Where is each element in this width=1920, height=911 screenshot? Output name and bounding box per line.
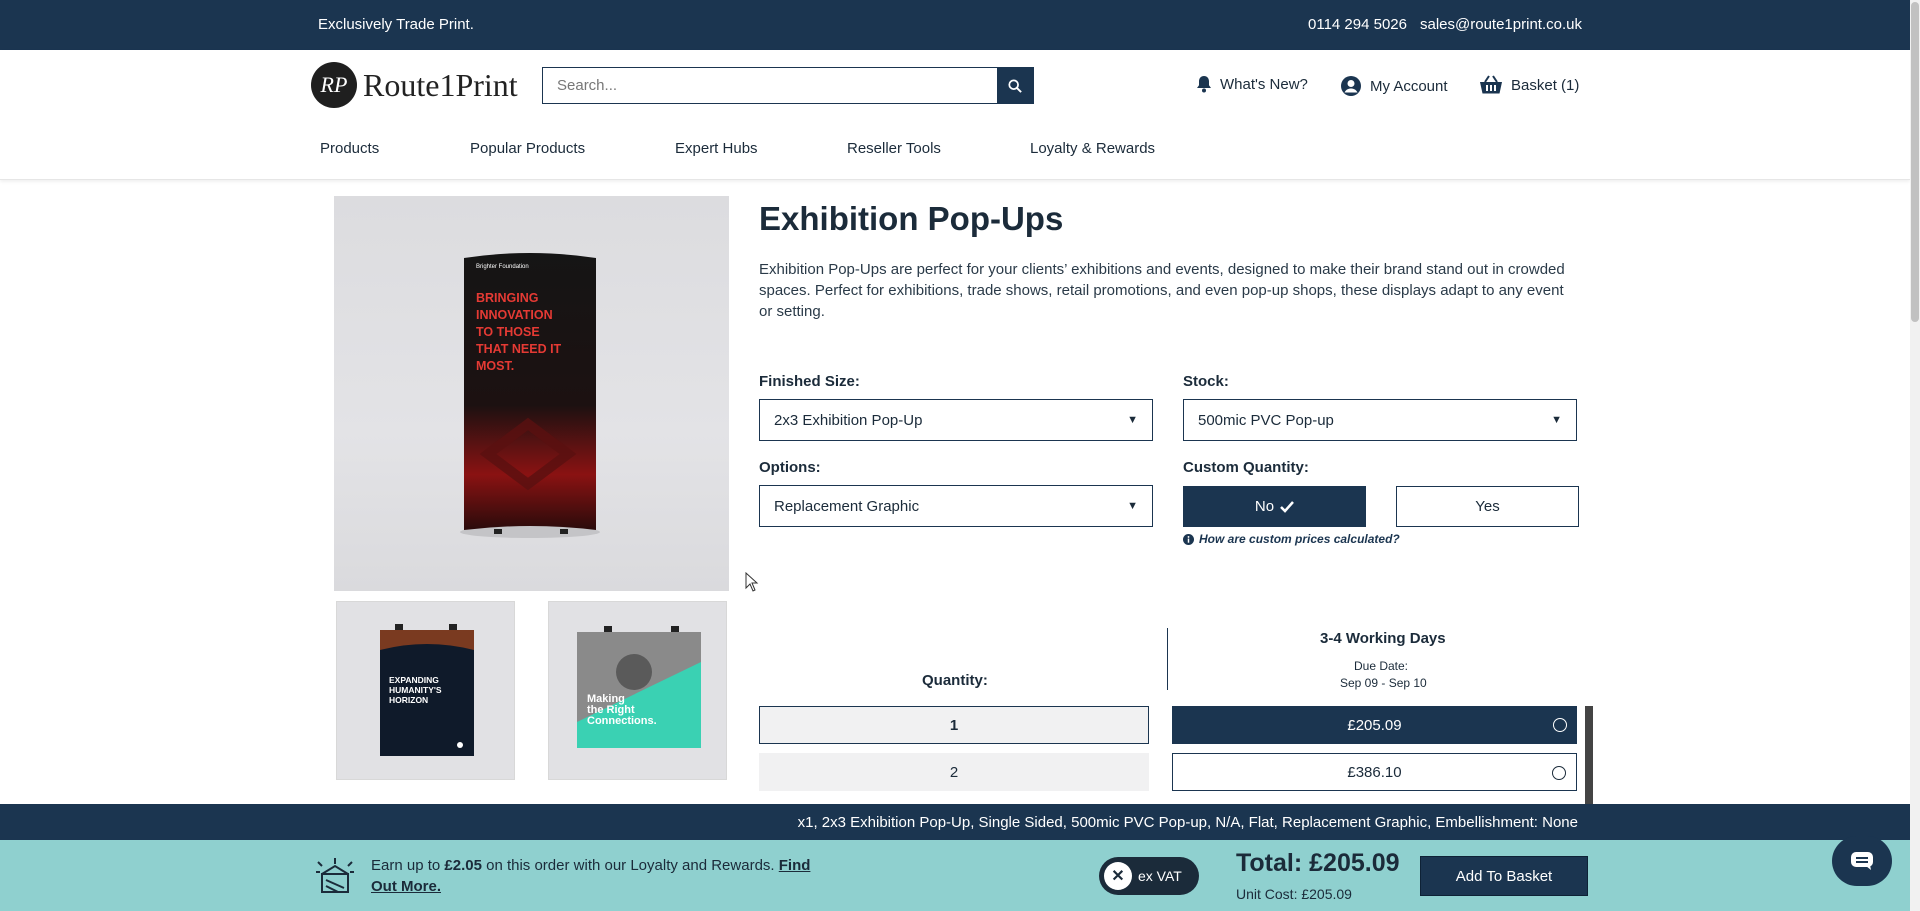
stock-select[interactable]: 500mic PVC Pop-up ▼ xyxy=(1183,399,1577,441)
quantity-row[interactable]: 2 xyxy=(759,753,1149,791)
stock-label: Stock: xyxy=(1183,373,1229,390)
finished-size-label: Finished Size: xyxy=(759,373,860,390)
info-icon xyxy=(1183,533,1194,545)
chat-button[interactable] xyxy=(1832,836,1892,886)
basket-icon xyxy=(1480,75,1502,94)
pricing-divider xyxy=(1167,628,1168,690)
search-input[interactable] xyxy=(543,68,997,103)
quantity-row[interactable]: 1 xyxy=(759,706,1149,744)
custom-quantity-label: Custom Quantity: xyxy=(1183,459,1309,476)
loyalty-amount: £2.05 xyxy=(444,857,482,874)
order-summary-text: x1, 2x3 Exhibition Pop-Up, Single Sided,… xyxy=(797,814,1578,831)
product-thumbnail-1[interactable]: EXPANDING HUMANITY'S HORIZON xyxy=(336,601,515,780)
custom-quantity-no-button[interactable]: No xyxy=(1183,486,1366,527)
options-label: Options: xyxy=(759,459,821,476)
search-icon xyxy=(1008,78,1022,93)
due-date-range: Sep 09 - Sep 10 xyxy=(1340,676,1427,690)
thumbnail-2-illustration xyxy=(577,626,701,748)
chevron-down-icon: ▼ xyxy=(1551,414,1562,426)
whats-new-link[interactable]: What's New? xyxy=(1196,75,1308,93)
quantity-value: 2 xyxy=(949,763,959,781)
unit-cost: Unit Cost: £205.09 xyxy=(1236,886,1352,902)
banner-brand: Brighter Foundation xyxy=(476,264,529,270)
logo-mark: RP xyxy=(311,62,357,108)
product-description: Exhibition Pop-Ups are perfect for your … xyxy=(759,261,1565,320)
product-thumbnail-2[interactable]: Making the Right Connections. xyxy=(548,601,727,780)
phone-link[interactable]: 0114 294 5026 xyxy=(1308,16,1407,33)
checkout-footer xyxy=(0,840,1910,911)
user-circle-icon xyxy=(1341,76,1361,96)
search-button[interactable] xyxy=(997,68,1033,103)
top-bar: Exclusively Trade Print. 0114 294 5026 s… xyxy=(0,0,1910,50)
chevron-down-icon: ▼ xyxy=(1127,500,1138,512)
chevron-down-icon: ▼ xyxy=(1127,414,1138,426)
yes-label: Yes xyxy=(1475,498,1500,515)
loyalty-message: Earn up to £2.05 on this order with our … xyxy=(371,857,811,895)
my-account-link[interactable]: My Account xyxy=(1340,75,1448,97)
mouse-cursor-icon xyxy=(745,572,759,592)
finished-size-select[interactable]: 2x3 Exhibition Pop-Up ▼ xyxy=(759,399,1153,441)
basket-label: Basket (1) xyxy=(1511,76,1580,94)
my-account-label: My Account xyxy=(1370,77,1448,95)
quantity-value: 1 xyxy=(949,716,959,734)
price-value: £386.10 xyxy=(1347,763,1402,781)
email-link[interactable]: sales@route1print.co.uk xyxy=(1420,16,1582,33)
custom-prices-help-link[interactable]: How are custom prices calculated? xyxy=(1183,532,1400,546)
vat-toggle[interactable]: ✕ ex VAT xyxy=(1099,857,1199,895)
order-total: Total: £205.09 xyxy=(1236,849,1400,877)
nav-popular-products[interactable]: Popular Products xyxy=(470,140,585,157)
custom-quantity-yes-button[interactable]: Yes xyxy=(1396,486,1579,527)
whats-new-label: What's New? xyxy=(1220,75,1308,93)
pricing-scrollbar[interactable] xyxy=(1585,706,1593,806)
custom-help-text: How are custom prices calculated? xyxy=(1199,532,1400,546)
price-value: £205.09 xyxy=(1347,716,1402,734)
radio-icon xyxy=(1552,766,1566,780)
basket-link[interactable]: Basket (1) xyxy=(1479,75,1579,95)
finished-size-value: 2x3 Exhibition Pop-Up xyxy=(774,411,923,429)
product-main-image[interactable]: Brighter Foundation BRINGING INNOVATION … xyxy=(334,196,729,591)
stock-value: 500mic PVC Pop-up xyxy=(1198,411,1334,429)
quantity-header: Quantity: xyxy=(922,672,988,689)
due-date-label: Due Date: xyxy=(1353,659,1409,673)
nav-reseller-tools[interactable]: Reseller Tools xyxy=(847,140,941,157)
add-to-basket-button[interactable]: Add To Basket xyxy=(1420,856,1588,896)
page-scrollbar[interactable] xyxy=(1910,0,1920,911)
thumbnail-2-text: Making the Right Connections. xyxy=(587,693,657,727)
nav-expert-hubs[interactable]: Expert Hubs xyxy=(675,140,758,157)
popup-banner-illustration xyxy=(460,253,600,538)
banner-headline: BRINGING INNOVATION TO THOSE THAT NEED I… xyxy=(476,291,562,373)
vat-label: ex VAT xyxy=(1138,868,1182,884)
thumbnail-1-text: EXPANDING HUMANITY'S HORIZON xyxy=(389,675,442,705)
no-label: No xyxy=(1254,498,1275,515)
nav-loyalty-rewards[interactable]: Loyalty & Rewards xyxy=(1030,140,1155,157)
bell-icon xyxy=(1197,76,1211,93)
tagline: Exclusively Trade Print. xyxy=(318,16,474,33)
chat-icon xyxy=(1851,852,1873,870)
options-value: Replacement Graphic xyxy=(774,497,920,515)
radio-icon xyxy=(1553,718,1567,732)
logo[interactable]: RP Route1Print xyxy=(311,61,518,109)
page-scrollbar-thumb[interactable] xyxy=(1911,2,1919,322)
logo-text: Route1Print xyxy=(363,66,518,103)
search-bar xyxy=(542,67,1034,104)
order-summary-bar: x1, 2x3 Exhibition Pop-Up, Single Sided,… xyxy=(0,804,1910,840)
product-title: Exhibition Pop-Ups xyxy=(759,200,1064,237)
turnaround-header: 3-4 Working Days xyxy=(1320,630,1446,647)
close-icon: ✕ xyxy=(1104,862,1132,890)
price-option[interactable]: £205.09 xyxy=(1172,706,1577,744)
site-header: RP Route1Print What's New? My Account Ba… xyxy=(0,50,1910,180)
gift-icon xyxy=(316,858,354,893)
price-option[interactable]: £386.10 xyxy=(1172,753,1577,791)
options-select[interactable]: Replacement Graphic ▼ xyxy=(759,485,1153,527)
nav-products[interactable]: Products xyxy=(320,140,379,157)
check-icon xyxy=(1280,500,1295,513)
